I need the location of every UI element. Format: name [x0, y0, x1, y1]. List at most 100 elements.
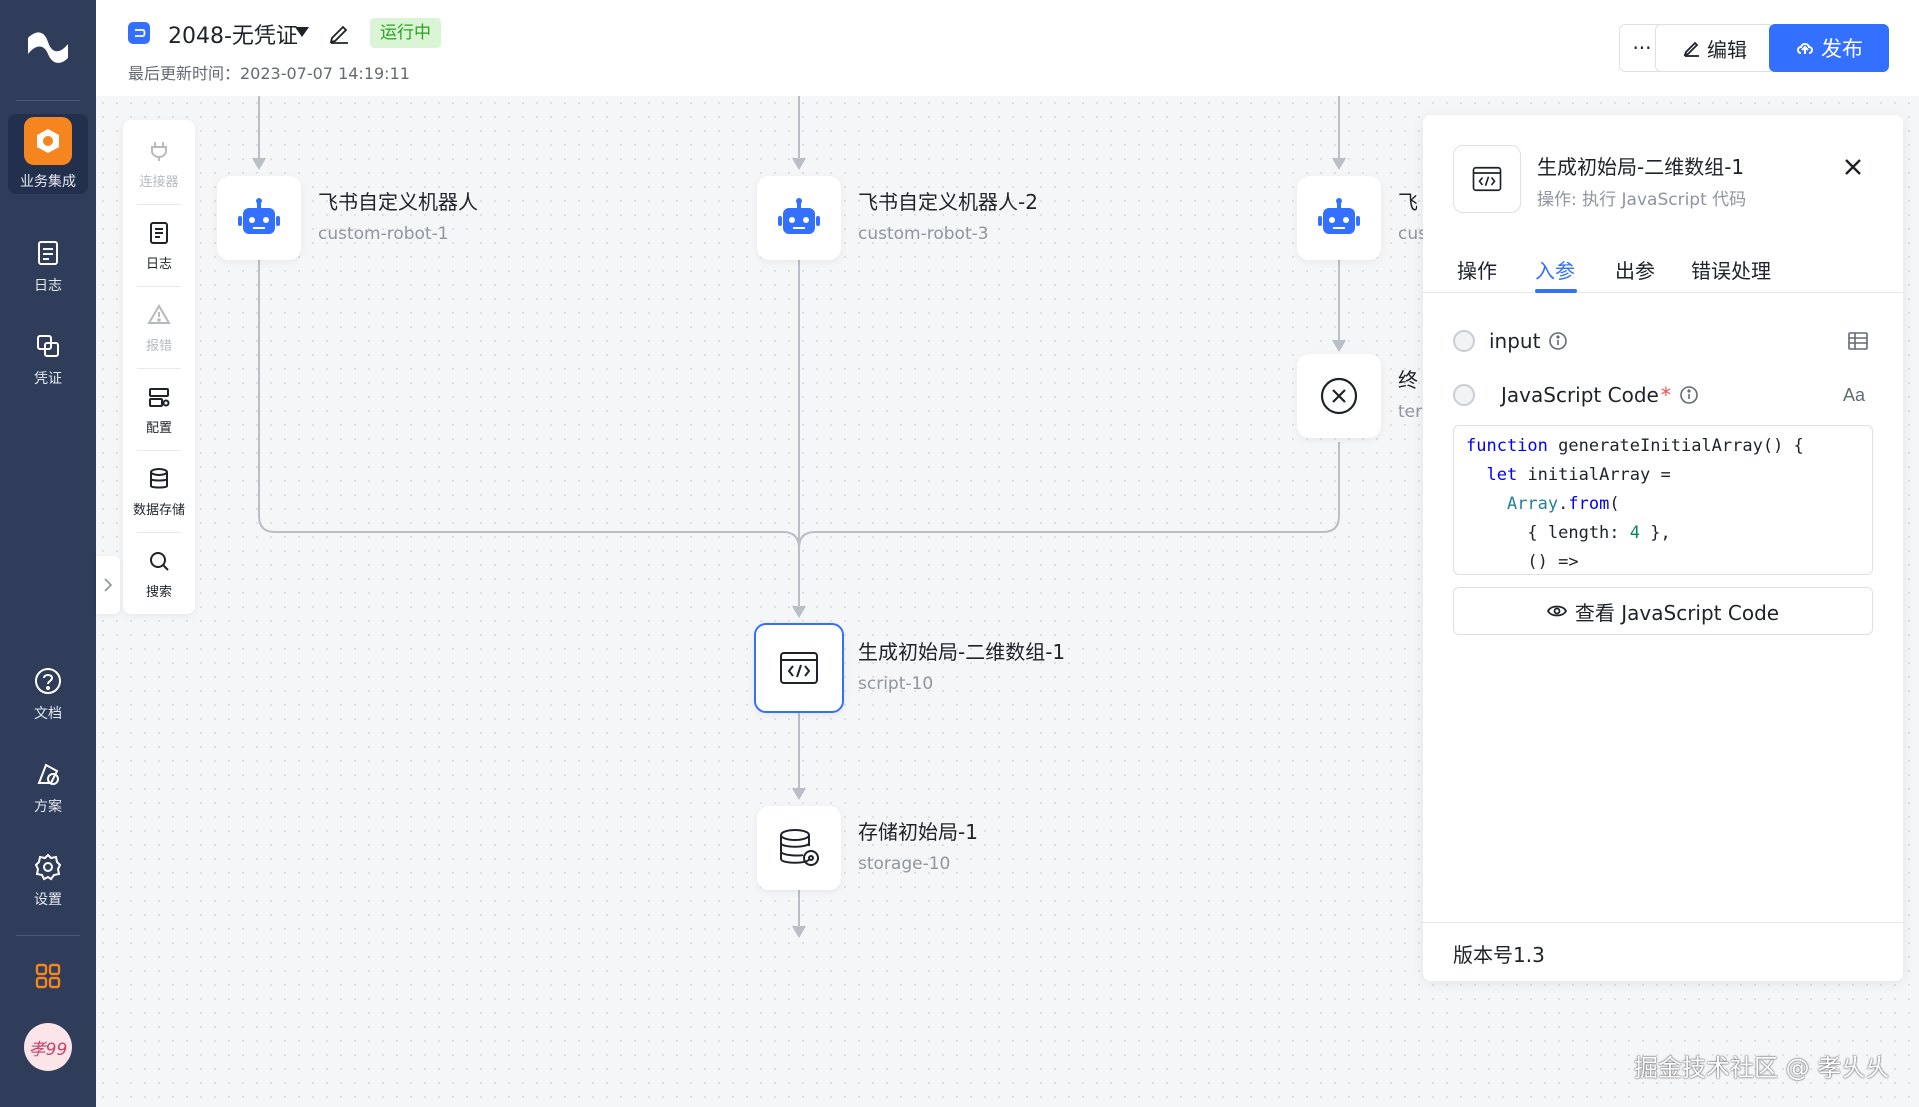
close-button[interactable] [1839, 153, 1867, 181]
node-robot-partial[interactable] [1297, 176, 1381, 260]
user-avatar[interactable]: 孝99 [24, 1023, 72, 1071]
panel-node-icon [1453, 145, 1521, 213]
node-title: 存储初始局-1 [858, 820, 978, 844]
tool-label: 日志 [145, 256, 172, 272]
table-mode-icon[interactable] [1847, 331, 1869, 351]
close-icon [1845, 159, 1861, 175]
node-title: 飞书自定义机器人 [318, 190, 478, 214]
code-line-1: function generateInitialArray() { [1466, 432, 1860, 461]
edit-pen-icon[interactable] [328, 22, 350, 44]
chevron-down-icon[interactable] [294, 26, 310, 38]
node-title: 飞书自定义机器人-2 [858, 190, 1038, 214]
robot-icon [778, 198, 820, 234]
code-icon [780, 652, 818, 684]
param-radio[interactable] [1453, 384, 1475, 406]
nav-item-log[interactable]: 日志 [8, 226, 88, 306]
node-title: 飞 [1398, 190, 1418, 214]
node-script[interactable] [754, 623, 844, 713]
publish-cloud-icon [1797, 43, 1813, 54]
svg-text:Aa: Aa [1843, 385, 1866, 405]
storage-icon [780, 829, 819, 866]
param-name: input [1489, 329, 1541, 353]
nav-item-integration[interactable]: 业务集成 [8, 114, 88, 194]
tab-output-params[interactable]: 出参 [1615, 255, 1655, 284]
info-icon[interactable] [1679, 385, 1699, 405]
tab-operation[interactable]: 操作 [1457, 255, 1497, 284]
code-line-2: let initialArray = [1486, 465, 1671, 485]
node-robot-1[interactable] [217, 176, 301, 260]
code-type: Array [1506, 494, 1559, 514]
tool-config[interactable]: 配置 [123, 370, 195, 448]
nav-item-label: 业务集成 [20, 174, 76, 190]
nav-item-label: 设置 [34, 892, 62, 908]
tool-errors[interactable]: 报错 [123, 288, 195, 366]
param-input: input [1453, 326, 1568, 356]
tool-label: 报错 [145, 338, 172, 354]
flow-title[interactable]: 2048-无凭证 [168, 18, 298, 50]
watermark: 掘金技术社区 @ 孝乆乆 [1634, 1054, 1890, 1082]
edit-icon [1683, 41, 1699, 57]
tool-panel: 连接器 日志 报错 配置 数据存储 搜索 [123, 120, 195, 614]
node-storage[interactable] [757, 806, 841, 890]
edit-button[interactable]: 编辑 [1655, 24, 1775, 72]
apps-grid-icon[interactable] [34, 962, 62, 990]
log-icon [32, 237, 64, 269]
nav-item-label: 文档 [34, 706, 62, 722]
edit-label: 编辑 [1707, 37, 1747, 62]
param-javascript-code: JavaScript Code * [1453, 380, 1699, 410]
nav-item-label: 日志 [34, 278, 62, 294]
view-code-label: 查看 JavaScript Code [1574, 600, 1780, 625]
nav-item-label: 方案 [34, 799, 62, 815]
database-icon [145, 465, 173, 493]
top-header: 2048-无凭证 运行中 最后更新时间：2023-07-07 14:19:11 … [96, 0, 1919, 96]
search-icon [145, 547, 173, 575]
code-icon [1472, 166, 1502, 192]
node-subtitle: custom-robot-3 [858, 224, 989, 244]
version-label: 版本号1.3 [1453, 943, 1545, 967]
tool-divider [137, 368, 181, 369]
tool-log[interactable]: 日志 [123, 206, 195, 284]
panel-title: 生成初始局-二维数组-1 [1537, 155, 1745, 179]
expand-panel-button[interactable] [96, 556, 120, 614]
tool-data-storage[interactable]: 数据存储 [123, 452, 195, 530]
integration-icon [24, 117, 72, 165]
app-flow-icon [128, 22, 150, 44]
app-logo-icon[interactable] [24, 28, 72, 68]
tab-input-params[interactable]: 入参 [1535, 255, 1575, 284]
param-name: JavaScript Code [1501, 383, 1659, 407]
nav-item-settings[interactable]: 设置 [8, 840, 88, 920]
terminate-icon [1320, 377, 1358, 415]
code-keyword: function [1466, 436, 1548, 456]
tool-search[interactable]: 搜索 [123, 534, 195, 612]
nav-divider [16, 100, 80, 101]
node-robot-3[interactable] [757, 176, 841, 260]
robot-icon [1318, 198, 1360, 234]
node-detail-panel: 生成初始局-二维数组-1 操作: 执行 JavaScript 代码 操作 入参 … [1423, 115, 1903, 981]
config-icon [145, 383, 173, 411]
node-terminate[interactable] [1297, 354, 1381, 438]
robot-icon [238, 198, 280, 234]
view-code-button[interactable]: 查看 JavaScript Code [1453, 587, 1873, 635]
nav-item-docs[interactable]: 文档 [8, 654, 88, 734]
code-editor[interactable]: function generateInitialArray() { let in… [1453, 425, 1873, 575]
nav-item-solution[interactable]: 方案 [8, 747, 88, 827]
code-line-4: { length: 4 }, [1466, 523, 1671, 543]
tool-connector[interactable]: 连接器 [123, 124, 195, 202]
publish-button[interactable]: 发布 [1769, 24, 1889, 72]
text-mode-icon[interactable]: Aa [1843, 383, 1869, 407]
publish-label: 发布 [1821, 37, 1863, 61]
status-badge: 运行中 [370, 18, 441, 48]
tool-label: 连接器 [139, 174, 179, 190]
required-marker: * [1660, 383, 1671, 407]
node-subtitle: custom-robot-1 [318, 224, 449, 244]
tool-divider [137, 450, 181, 451]
tool-divider [137, 204, 181, 205]
tool-label: 数据存储 [132, 502, 185, 518]
tool-label: 搜索 [145, 584, 172, 600]
param-radio[interactable] [1453, 330, 1475, 352]
info-icon[interactable] [1548, 331, 1568, 351]
panel-subtitle: 操作: 执行 JavaScript 代码 [1537, 190, 1747, 210]
nav-item-credential[interactable]: 凭证 [8, 319, 88, 399]
tab-error-handling[interactable]: 错误处理 [1691, 255, 1771, 284]
code-keyword: let [1486, 465, 1518, 485]
